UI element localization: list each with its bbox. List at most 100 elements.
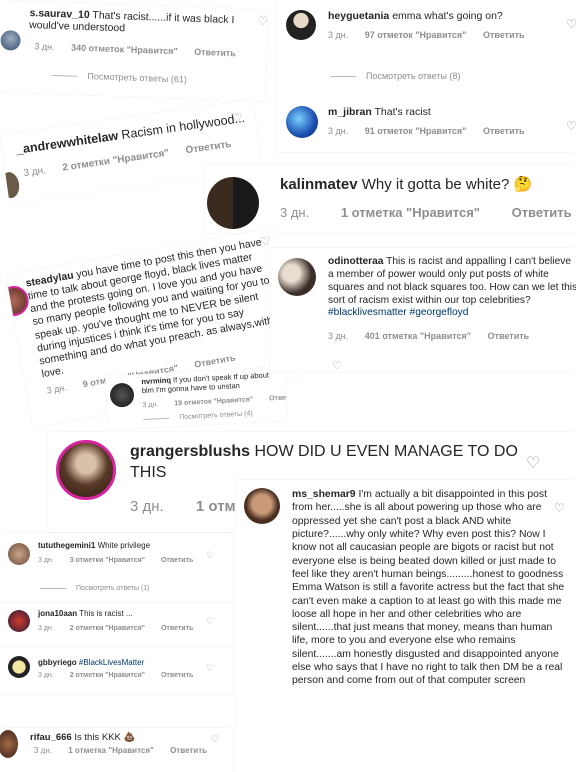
- avatar[interactable]: [286, 106, 318, 138]
- comment-body: heyguetania emma what's going on?: [328, 10, 568, 22]
- username[interactable]: jona10aan: [38, 609, 77, 618]
- timestamp: 3 дн.: [22, 165, 47, 180]
- avatar[interactable]: [0, 30, 21, 51]
- comment-card-jona10aan: jona10aan This is racist ... 3 дн. 2 отм…: [0, 603, 232, 645]
- comment-body: odinotteraa This is racist and appalling…: [328, 256, 576, 320]
- like-count[interactable]: 2 отметки "Нравится": [62, 148, 170, 174]
- reply-meta: 3 дн. 19 отметок "Нравится" Ответить: [142, 393, 287, 409]
- reply-button[interactable]: Ответить: [161, 557, 193, 564]
- timestamp: 3 дн.: [280, 205, 310, 220]
- like-count[interactable]: 1 отм: [196, 498, 236, 515]
- heart-outline-icon[interactable]: ♡: [206, 549, 218, 561]
- like-count[interactable]: 1 отметка "Нравится": [68, 746, 154, 755]
- comment-meta: 3 дн. 1 отметка "Нравится" Ответить: [280, 205, 576, 220]
- timestamp: 3 дн.: [328, 331, 349, 341]
- reply-button[interactable]: Ответить: [185, 139, 232, 156]
- comment-card-gbbyriego: gbbyriego #BlackLivesMatter 3 дн. 2 отме…: [0, 648, 232, 694]
- avatar[interactable]: [278, 258, 316, 296]
- comment-meta: 3 дн. 3 отметки "Нравится" Ответить: [38, 557, 207, 564]
- comment-card-odinotteraa: odinotteraa This is racist and appalling…: [270, 248, 576, 372]
- like-count[interactable]: 91 отметок "Нравится": [365, 126, 467, 136]
- timestamp: 3 дн.: [34, 746, 52, 755]
- reply-body: nvrminq If you don't speak tf up about b…: [141, 370, 282, 396]
- like-count[interactable]: 340 отметок "Нравится": [71, 43, 178, 57]
- hashtags[interactable]: #blacklivesmatter #georgefloyd: [328, 307, 468, 318]
- story-avatar[interactable]: [56, 440, 116, 500]
- comment-text: I'm actually a bit disappointed in this …: [292, 489, 565, 687]
- view-replies[interactable]: Посмотреть ответы (61): [51, 70, 187, 84]
- comment-text: Racism in hollywood...: [120, 110, 246, 143]
- like-count[interactable]: 19 отметок "Нравится": [174, 396, 253, 407]
- comment-card-ms-shemar9: ms_shemar9 I'm actually a bit disappoint…: [236, 480, 576, 772]
- heart-outline-icon[interactable]: ♡: [206, 615, 218, 627]
- avatar[interactable]: [0, 170, 21, 200]
- heart-outline-icon[interactable]: ♡: [554, 502, 566, 514]
- timestamp: 3 дн.: [328, 30, 349, 40]
- view-replies[interactable]: Посмотреть ответы (1): [40, 585, 150, 592]
- heart-outline-icon[interactable]: ♡: [210, 734, 222, 746]
- avatar[interactable]: [8, 610, 30, 632]
- heart-outline-icon[interactable]: ♡: [231, 110, 245, 125]
- like-count[interactable]: 3 отметки "Нравится": [70, 557, 145, 564]
- comment-meta: 3 дн. 97 отметок "Нравится" Ответить: [328, 30, 539, 40]
- avatar[interactable]: [286, 10, 316, 40]
- comment-body: jona10aan This is racist ...: [38, 609, 218, 618]
- like-count[interactable]: 97 отметок "Нравится": [365, 30, 467, 40]
- username[interactable]: kalinmatev: [280, 176, 358, 193]
- like-count[interactable]: 2 отметки "Нравится": [70, 672, 145, 679]
- username[interactable]: ms_shemar9: [292, 489, 356, 500]
- comment-card-saurav: s.saurav_10 That's racist......if it was…: [0, 0, 268, 102]
- reply-button[interactable]: Ответить: [269, 394, 288, 403]
- reply-button[interactable]: Ответить: [194, 47, 236, 58]
- comment-text: Is this KKK 💩: [74, 732, 136, 743]
- like-count[interactable]: 1 отметка "Нравится": [341, 205, 480, 220]
- comment-meta: 3 дн. 91 отметок "Нравится" Ответить: [328, 126, 539, 136]
- hashtag[interactable]: #BlackLivesMatter: [79, 658, 144, 667]
- reply-button[interactable]: Ответить: [161, 672, 193, 679]
- comment-meta: 3 дн. 2 отметки "Нравится" Ответить: [38, 672, 207, 679]
- comment-body: ms_shemar9 I'm actually a bit disappoint…: [292, 488, 566, 688]
- heart-outline-icon[interactable]: ♡: [206, 662, 218, 674]
- username[interactable]: gbbyriego: [38, 658, 77, 667]
- reply-button[interactable]: Ответить: [483, 126, 525, 136]
- reply-button[interactable]: Ответить: [170, 746, 207, 755]
- view-replies[interactable]: Посмотреть ответы (4): [143, 410, 253, 423]
- reply-button[interactable]: Ответить: [193, 353, 236, 370]
- comment-text: That's racist: [374, 106, 431, 118]
- avatar[interactable]: [8, 543, 30, 565]
- avatar[interactable]: [109, 382, 135, 408]
- comment-text: White privilege: [97, 541, 151, 550]
- username[interactable]: m_jibran: [328, 106, 372, 118]
- heart-outline-icon[interactable]: ♡: [332, 360, 344, 372]
- avatar[interactable]: [244, 488, 280, 524]
- comment-body: rifau_666 Is this KKK 💩: [30, 732, 220, 743]
- comment-text: emma what's going on?: [392, 10, 503, 22]
- timestamp: 3 дн.: [328, 126, 349, 136]
- username[interactable]: rifau_666: [30, 732, 72, 743]
- comment-meta: 3 дн. 1 отм: [130, 498, 250, 515]
- heart-outline-icon[interactable]: ♡: [566, 120, 576, 132]
- comment-card-rifau: rifau_666 Is this KKK 💩 3 дн. 1 отметка …: [0, 728, 232, 772]
- username[interactable]: heyguetania: [328, 10, 389, 22]
- like-count[interactable]: 2 отметки "Нравится": [70, 625, 145, 632]
- comment-card-heyguetania: heyguetania emma what's going on? 3 дн. …: [276, 0, 576, 152]
- reply-button[interactable]: Ответить: [483, 30, 525, 40]
- username[interactable]: _andrewwhitelaw: [15, 129, 119, 157]
- avatar[interactable]: [0, 730, 18, 758]
- username[interactable]: odinotteraa: [328, 256, 383, 267]
- username[interactable]: grangersblushs: [130, 443, 250, 460]
- heart-outline-icon[interactable]: ♡: [257, 14, 268, 28]
- heart-outline-icon[interactable]: ♡: [526, 456, 540, 472]
- reply-button[interactable]: Ответить: [161, 625, 193, 632]
- comment-meta: 3 дн. 2 отметки "Нравится" Ответить: [38, 625, 207, 632]
- view-replies[interactable]: Посмотреть ответы (8): [330, 71, 461, 81]
- reply-button[interactable]: Ответить: [488, 331, 530, 341]
- heart-outline-icon[interactable]: ♡: [566, 18, 576, 30]
- avatar[interactable]: [207, 177, 259, 229]
- comment-card-tututhegemini1: tututhegemini1 White privilege 3 дн. 3 о…: [0, 533, 232, 603]
- avatar[interactable]: [8, 656, 30, 678]
- heart-outline-icon[interactable]: ♡: [259, 234, 273, 250]
- like-count[interactable]: 401 отметка "Нравится": [365, 331, 471, 341]
- username[interactable]: tututhegemini1: [38, 541, 95, 550]
- reply-button[interactable]: Ответить: [512, 205, 572, 220]
